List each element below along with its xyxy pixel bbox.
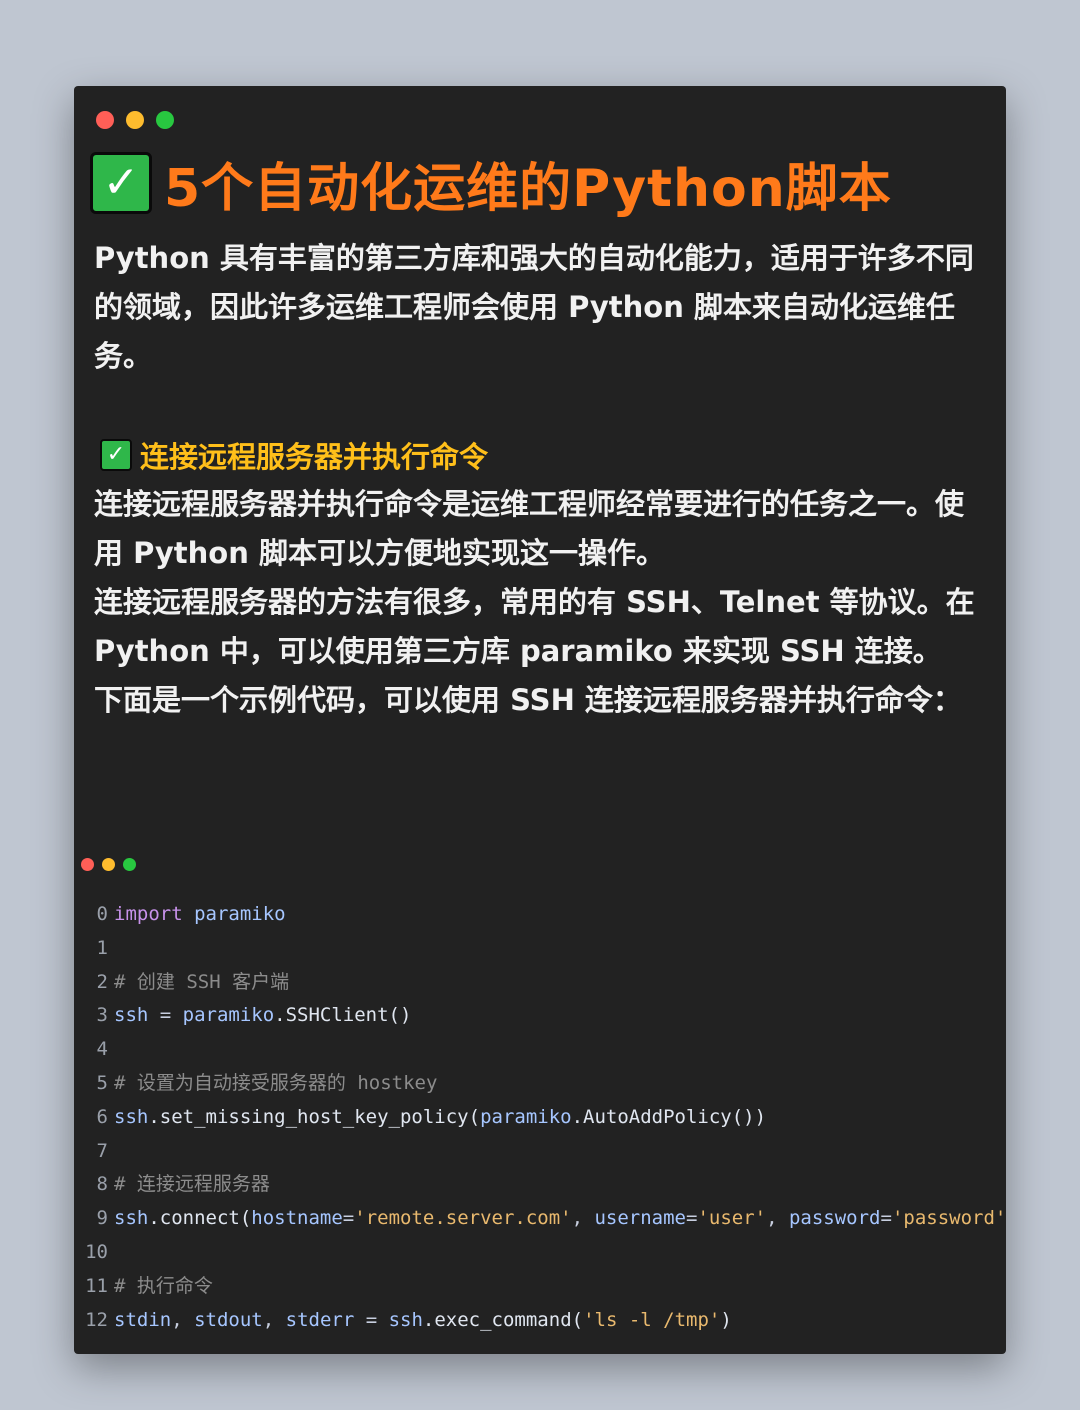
- line-number: 0: [96, 903, 108, 925]
- section-paragraph: 下面是一个示例代码，可以使用 SSH 连接远程服务器并执行命令：: [94, 683, 962, 717]
- code-token: password: [788, 1207, 881, 1230]
- code-content: # 创建 SSH 客户端: [114, 966, 289, 1000]
- code-content: # 执行命令: [114, 1270, 213, 1304]
- code-token: =: [686, 1207, 698, 1230]
- line-number: 12: [85, 1308, 108, 1331]
- code-window-controls: [81, 858, 1006, 871]
- code-token: import: [114, 903, 183, 925]
- minimize-window-button[interactable]: [126, 111, 144, 129]
- code-close-dot: [81, 858, 94, 871]
- code-line: 8 # 连接远程服务器: [74, 1168, 1006, 1202]
- code-content: ssh = paramiko.SSHClient(): [114, 999, 411, 1033]
- code-token: .exec_command(: [422, 1308, 584, 1331]
- code-content: # 设置为自动接受服务器的 hostkey: [114, 1067, 437, 1101]
- code-token: hostname: [251, 1207, 343, 1230]
- section-title: 连接远程服务器并执行命令: [140, 440, 489, 474]
- line-number: 9: [96, 1207, 108, 1230]
- code-line: 9 ssh.connect(hostname='remote.server.com…: [74, 1202, 1006, 1236]
- code-token: .set_missing_host_key_policy(: [148, 1105, 481, 1128]
- code-token: ,: [262, 1308, 286, 1331]
- code-token: ssh: [114, 1004, 149, 1027]
- code-token: =: [148, 1004, 183, 1027]
- code-content: # 连接远程服务器: [114, 1168, 270, 1202]
- code-line: 3 ssh = paramiko.SSHClient(): [74, 999, 1006, 1033]
- code-token: # 执行命令: [114, 1274, 213, 1297]
- line-number: 2: [96, 970, 108, 993]
- check-mark-icon: ✓: [90, 152, 152, 214]
- code-block: 0 import paramiko 1 2 # 创建 SSH 客户端 3 ssh = par…: [74, 898, 1006, 1337]
- code-token: 'ls -l /tmp': [583, 1308, 721, 1331]
- intro-paragraph: Python 具有丰富的第三方库和强大的自动化能力，适用于许多不同的领域，因此许…: [94, 241, 974, 373]
- line-number: 4: [96, 1038, 108, 1061]
- code-token: username: [594, 1207, 686, 1230]
- code-line: 1: [74, 932, 1006, 966]
- code-token: 'remote.server.com': [354, 1207, 572, 1230]
- code-token: ssh: [388, 1308, 423, 1331]
- code-token: # 设置为自动接受服务器的 hostkey: [114, 1071, 438, 1094]
- code-token: # 创建 SSH 客户端: [114, 970, 290, 993]
- code-content: ssh.set_missing_host_key_policy(paramiko…: [114, 1101, 766, 1135]
- line-number: 7: [96, 1139, 108, 1162]
- page-title: 5个自动化运维的Python脚本: [164, 158, 892, 219]
- code-token: ,: [571, 1207, 595, 1230]
- code-token: ,: [766, 1207, 789, 1230]
- code-token: .connect(: [148, 1207, 252, 1230]
- line-number: 5: [96, 1071, 108, 1094]
- code-token: .AutoAddPolicy()): [571, 1105, 767, 1128]
- code-token: =: [880, 1207, 892, 1230]
- code-token: paramiko: [194, 903, 286, 925]
- code-token: =: [354, 1308, 389, 1331]
- maximize-window-button[interactable]: [156, 111, 174, 129]
- code-minimize-dot: [102, 858, 115, 871]
- code-line: 0 import paramiko: [74, 898, 1006, 932]
- code-line: 10: [74, 1236, 1006, 1270]
- code-line: 6 ssh.set_missing_host_key_policy(paramik…: [74, 1101, 1006, 1135]
- code-token: stderr: [285, 1308, 355, 1331]
- code-line: 12 stdin, stdout, stderr = ssh.exec_comma…: [74, 1304, 1006, 1338]
- line-number: 3: [96, 1004, 108, 1027]
- section-paragraph: 连接远程服务器的方法有很多，常用的有 SSH、Telnet 等协议。在 Pyth…: [94, 585, 975, 668]
- window-controls: [96, 111, 174, 129]
- code-token: .SSHClient(): [274, 1004, 412, 1027]
- code-token: stdout: [194, 1308, 263, 1331]
- code-token: stdin: [114, 1308, 172, 1331]
- code-token: paramiko: [480, 1105, 572, 1128]
- section-heading: ✓ 连接远程服务器并执行命令: [100, 434, 488, 476]
- code-token: 'password': [891, 1207, 1006, 1230]
- check-mark-icon: ✓: [100, 439, 132, 471]
- section-body: 连接远程服务器并执行命令是运维工程师经常要进行的任务之一。使用 Python 脚…: [94, 480, 989, 725]
- line-number: 8: [96, 1173, 108, 1196]
- line-number: 11: [85, 1274, 108, 1297]
- code-token: =: [342, 1207, 355, 1230]
- code-token: ,: [171, 1308, 195, 1331]
- code-content: ssh.connect(hostname='remote.server.com'…: [114, 1202, 1006, 1236]
- code-token: ): [720, 1308, 732, 1331]
- code-token: # 连接远程服务器: [114, 1173, 270, 1196]
- code-content: import paramiko: [114, 898, 286, 932]
- code-token: ssh: [114, 1207, 149, 1230]
- code-token: ssh: [114, 1105, 149, 1128]
- code-line: 4: [74, 1033, 1006, 1067]
- code-token: paramiko: [182, 1004, 275, 1027]
- code-line: 5 # 设置为自动接受服务器的 hostkey: [74, 1067, 1006, 1101]
- code-line: 11 # 执行命令: [74, 1270, 1006, 1304]
- code-line: 2 # 创建 SSH 客户端: [74, 966, 1006, 1000]
- line-number: 1: [96, 936, 108, 959]
- code-maximize-dot: [123, 858, 136, 871]
- section-paragraph: 连接远程服务器并执行命令是运维工程师经常要进行的任务之一。使用 Python 脚…: [94, 487, 965, 570]
- line-number: 6: [96, 1105, 108, 1128]
- close-window-button[interactable]: [96, 111, 114, 129]
- article-window: ✓ 5个自动化运维的Python脚本 Python 具有丰富的第三方库和强大的自…: [74, 86, 1006, 1354]
- code-line: 7: [74, 1135, 1006, 1169]
- code-content: stdin, stdout, stderr = ssh.exec_command…: [114, 1304, 732, 1338]
- code-token: 'user': [697, 1207, 767, 1230]
- title-row: ✓ 5个自动化运维的Python脚本: [90, 150, 892, 219]
- line-number: 10: [85, 1240, 108, 1263]
